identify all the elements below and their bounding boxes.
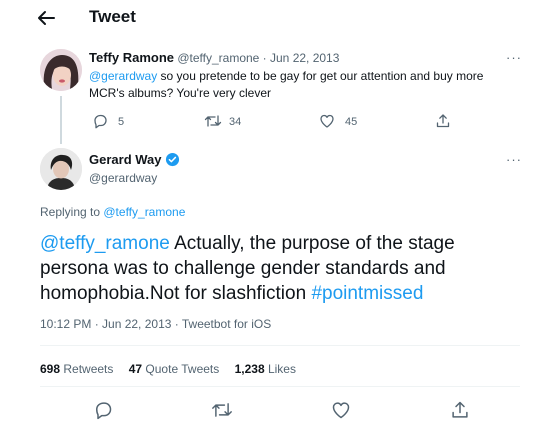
- reply-tweet-text: @gerardway so you pretende to be gay for…: [89, 68, 519, 102]
- replying-handle-link[interactable]: @teffy_ramone: [103, 205, 185, 219]
- display-name[interactable]: Gerard Way: [89, 152, 162, 167]
- page-title: Tweet: [89, 7, 136, 26]
- retweets-stat[interactable]: 698 Retweets: [40, 362, 113, 376]
- mention-link[interactable]: @gerardway: [89, 69, 157, 83]
- like-count: 45: [345, 116, 358, 128]
- divider: [40, 345, 520, 346]
- mention-link[interactable]: @teffy_ramone: [40, 233, 170, 254]
- top-bar: Tweet: [0, 0, 540, 36]
- hashtag-link[interactable]: #pointmissed: [311, 283, 423, 304]
- quotes-stat[interactable]: 47 Quote Tweets: [129, 362, 220, 376]
- stats-row: 698 Retweets 47 Quote Tweets 1,238 Likes: [40, 362, 296, 376]
- retweet-icon[interactable]: [204, 113, 222, 129]
- handle-date: @teffy_ramone · Jun 22, 2013: [177, 51, 340, 65]
- share-icon[interactable]: [435, 113, 451, 129]
- more-icon[interactable]: ···: [506, 50, 522, 65]
- like-icon[interactable]: [319, 113, 335, 129]
- thread-line: [60, 96, 62, 144]
- display-name[interactable]: Teffy Ramone: [89, 50, 174, 65]
- divider: [40, 386, 520, 387]
- replying-prefix: Replying to: [40, 205, 104, 219]
- tweet-timestamp[interactable]: 10:12 PM · Jun 22, 2013 · Tweetbot for i…: [40, 317, 271, 331]
- handle: @gerardway: [89, 171, 158, 185]
- verified-badge-icon: [165, 152, 180, 167]
- avatar[interactable]: [40, 49, 82, 91]
- more-icon[interactable]: ···: [506, 152, 522, 167]
- main-tweet-header: Gerard Way: [89, 152, 180, 167]
- share-icon[interactable]: [450, 400, 470, 420]
- replying-to: Replying to @teffy_ramone: [40, 205, 185, 219]
- reply-count: 5: [118, 116, 125, 128]
- likes-stat[interactable]: 1,238 Likes: [235, 362, 296, 376]
- reply-action-row: 5 34 45: [92, 113, 452, 131]
- reply-tweet-header: Teffy Ramone @teffy_ramone · Jun 22, 201…: [89, 50, 339, 65]
- bottom-action-bar: [0, 398, 540, 422]
- avatar[interactable]: [40, 148, 82, 190]
- main-tweet-text: @teffy_ramone Actually, the purpose of t…: [40, 231, 510, 306]
- reply-icon[interactable]: [93, 400, 113, 420]
- retweet-count: 34: [229, 116, 242, 128]
- retweet-icon[interactable]: [211, 400, 233, 420]
- reply-icon[interactable]: [92, 113, 108, 129]
- back-arrow-icon[interactable]: [36, 9, 58, 27]
- like-icon[interactable]: [331, 400, 351, 420]
